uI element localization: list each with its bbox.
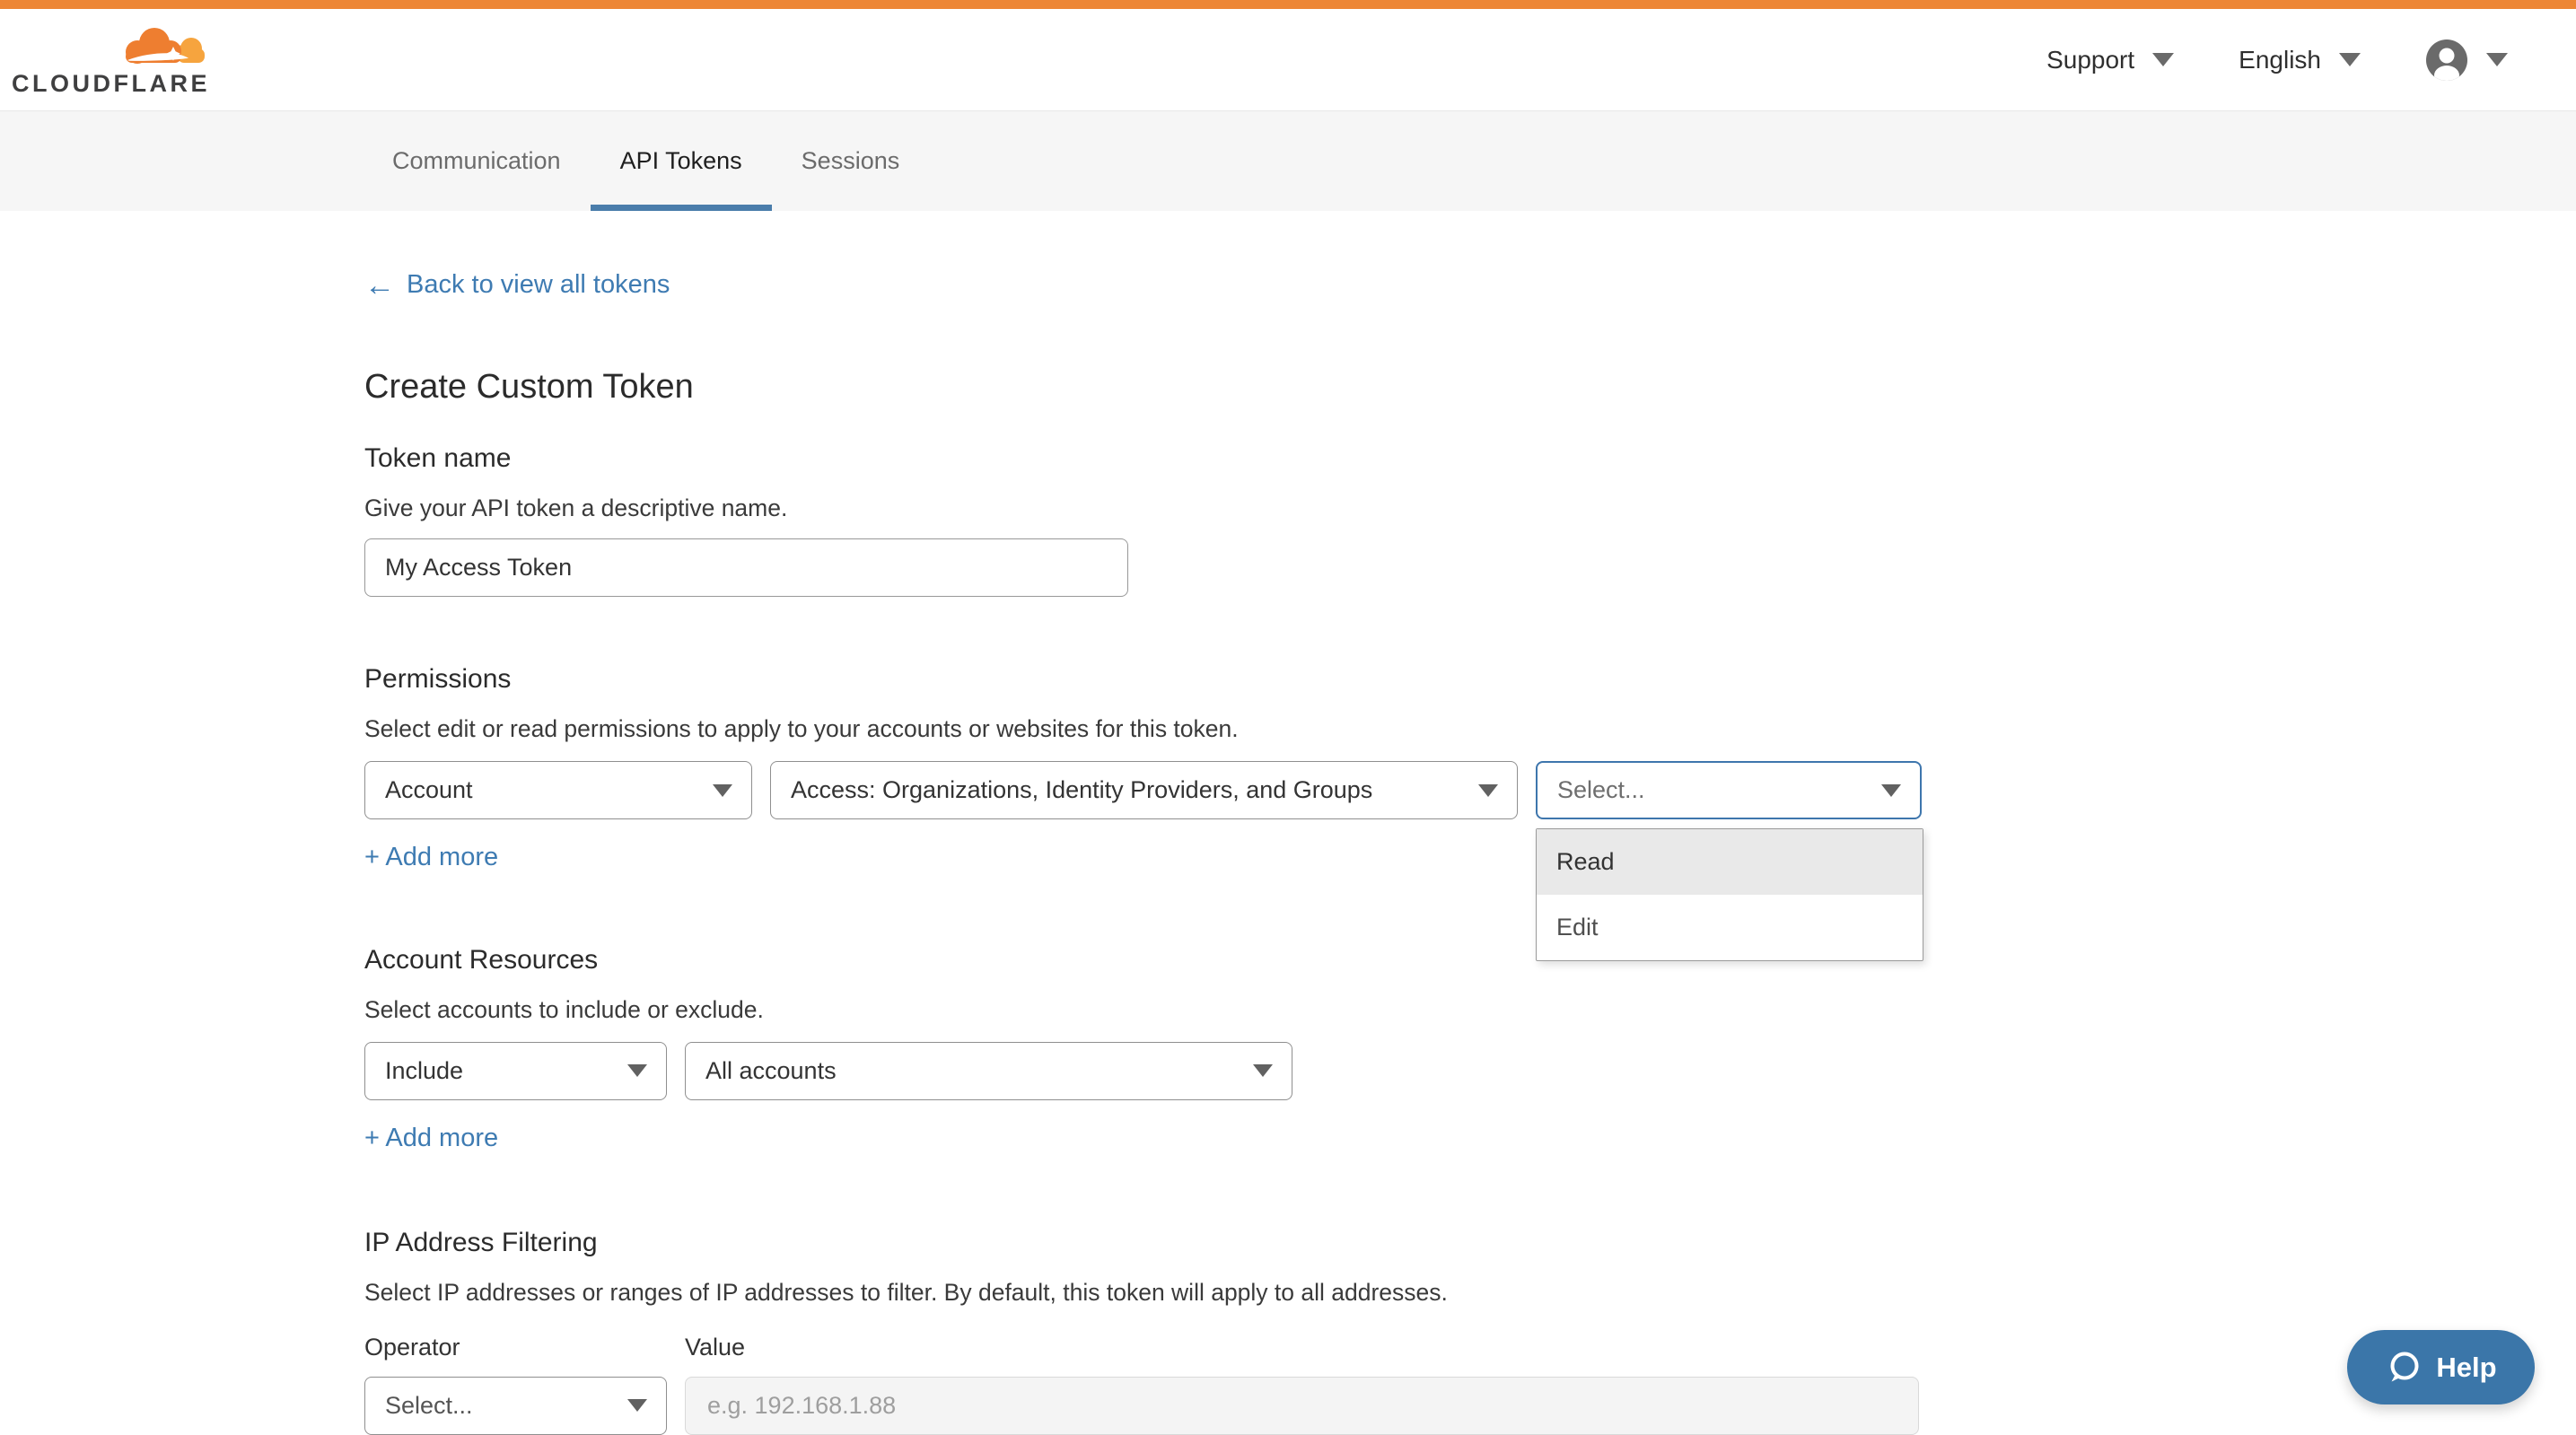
chevron-down-icon bbox=[2486, 53, 2508, 66]
permissions-section: Permissions Select edit or read permissi… bbox=[364, 663, 2576, 872]
cloudflare-logo[interactable]: CLOUDFLARE bbox=[22, 23, 210, 96]
resource-mode-value: Include bbox=[385, 1057, 463, 1085]
add-permission-link[interactable]: + Add more bbox=[364, 844, 498, 872]
chevron-down-icon bbox=[713, 784, 732, 797]
token-name-heading: Token name bbox=[364, 442, 2576, 475]
chevron-down-icon bbox=[627, 1064, 647, 1077]
token-name-section: Token name Give your API token a descrip… bbox=[364, 442, 2576, 598]
account-resources-section: Account Resources Select accounts to inc… bbox=[364, 944, 2576, 1153]
language-menu[interactable]: English bbox=[2239, 46, 2361, 74]
support-menu-label: Support bbox=[2046, 46, 2134, 74]
resource-accounts-select[interactable]: All accounts bbox=[685, 1042, 1292, 1100]
ip-filtering-labels: Operator Value bbox=[364, 1334, 2576, 1361]
cloudflare-wordmark: CLOUDFLARE bbox=[12, 72, 210, 96]
profile-tabbar: Communication API Tokens Sessions bbox=[0, 111, 2576, 211]
ip-value-input[interactable] bbox=[685, 1377, 1919, 1435]
account-resources-row: Include All accounts bbox=[364, 1042, 2576, 1100]
resource-accounts-value: All accounts bbox=[705, 1057, 837, 1085]
ip-operator-select[interactable]: Select... bbox=[364, 1377, 667, 1435]
permissions-description: Select edit or read permissions to apply… bbox=[364, 715, 2576, 744]
ip-filtering-controls: Select... bbox=[364, 1377, 2576, 1435]
ip-operator-placeholder: Select... bbox=[385, 1392, 473, 1420]
create-token-form: ← Back to view all tokens Create Custom … bbox=[0, 211, 2576, 1435]
app-header: CLOUDFLARE Support English bbox=[0, 9, 2576, 111]
account-resources-description: Select accounts to include or exclude. bbox=[364, 996, 2576, 1025]
account-resources-heading: Account Resources bbox=[364, 944, 2576, 976]
value-label: Value bbox=[685, 1334, 745, 1361]
chevron-down-icon bbox=[1253, 1064, 1273, 1077]
menu-item-edit[interactable]: Edit bbox=[1537, 895, 1923, 960]
chevron-down-icon bbox=[2339, 53, 2361, 66]
permission-scope-value: Account bbox=[385, 776, 473, 804]
chevron-down-icon bbox=[627, 1399, 647, 1412]
permission-access-menu: Read Edit bbox=[1536, 828, 1923, 961]
menu-item-read[interactable]: Read bbox=[1537, 829, 1923, 895]
token-name-input[interactable] bbox=[364, 538, 1128, 597]
permission-scope-select[interactable]: Account bbox=[364, 761, 752, 819]
tab-label: Communication bbox=[392, 147, 561, 175]
language-menu-label: English bbox=[2239, 46, 2321, 74]
back-to-tokens-link[interactable]: ← Back to view all tokens bbox=[364, 270, 670, 301]
account-menu[interactable] bbox=[2425, 39, 2508, 82]
permission-group-value: Access: Organizations, Identity Provider… bbox=[791, 776, 1372, 804]
tab-label: Sessions bbox=[802, 147, 900, 175]
cloudflare-cloud-icon bbox=[117, 23, 210, 70]
resource-mode-select[interactable]: Include bbox=[364, 1042, 667, 1100]
permissions-row: Account Access: Organizations, Identity … bbox=[364, 761, 2576, 819]
ip-filtering-heading: IP Address Filtering bbox=[364, 1227, 2576, 1259]
token-name-description: Give your API token a descriptive name. bbox=[364, 494, 2576, 523]
tab-sessions[interactable]: Sessions bbox=[772, 111, 930, 211]
permissions-heading: Permissions bbox=[364, 663, 2576, 696]
add-resource-link[interactable]: + Add more bbox=[364, 1124, 498, 1153]
support-menu[interactable]: Support bbox=[2046, 46, 2174, 74]
brand-accent-bar bbox=[0, 0, 2576, 9]
chat-bubble-icon bbox=[2385, 1349, 2423, 1387]
permission-access-placeholder: Select... bbox=[1557, 776, 1645, 804]
page-title: Create Custom Token bbox=[364, 367, 2576, 408]
left-arrow-icon: ← bbox=[364, 270, 395, 301]
ip-filtering-description: Select IP addresses or ranges of IP addr… bbox=[364, 1279, 2576, 1308]
tab-label: API Tokens bbox=[620, 147, 742, 175]
chevron-down-icon bbox=[2152, 53, 2174, 66]
avatar-icon bbox=[2425, 39, 2468, 82]
operator-label: Operator bbox=[364, 1334, 685, 1361]
permission-access-select[interactable]: Select... Read Edit bbox=[1536, 761, 1922, 819]
chevron-down-icon bbox=[1881, 784, 1901, 797]
chevron-down-icon bbox=[1478, 784, 1498, 797]
tab-api-tokens[interactable]: API Tokens bbox=[591, 111, 772, 211]
tab-communication[interactable]: Communication bbox=[363, 111, 591, 211]
help-button-label: Help bbox=[2436, 1352, 2496, 1384]
permission-group-select[interactable]: Access: Organizations, Identity Provider… bbox=[770, 761, 1518, 819]
back-link-label: Back to view all tokens bbox=[407, 270, 670, 300]
header-actions: Support English bbox=[2046, 39, 2508, 82]
help-button[interactable]: Help bbox=[2347, 1330, 2535, 1404]
ip-filtering-section: IP Address Filtering Select IP addresses… bbox=[364, 1227, 2576, 1435]
